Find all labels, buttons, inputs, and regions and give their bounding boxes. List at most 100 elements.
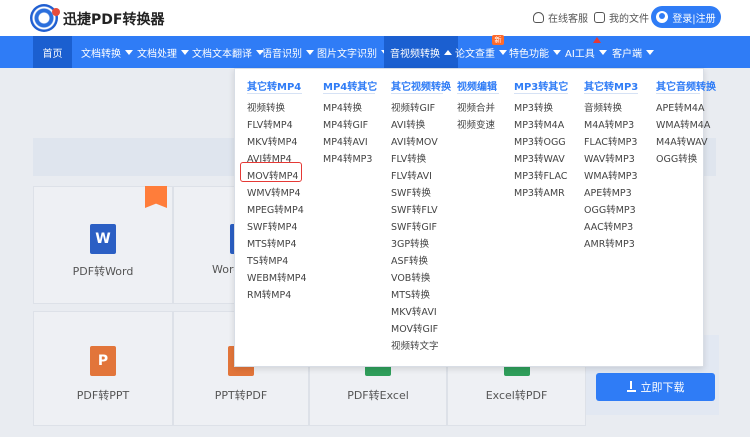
chevron-down-icon: [646, 49, 654, 55]
menu-item[interactable]: ASF转换: [391, 253, 428, 267]
menu-item[interactable]: MP3转换: [514, 100, 553, 114]
menu-item[interactable]: VOB转换: [391, 270, 430, 284]
menu-item[interactable]: 视频合并: [457, 100, 495, 114]
main-nav: 首页 文档转换 文档处理 文档文本翻译 语音识别 图片文字识别 音视频转换 论文…: [0, 36, 750, 68]
menu-item[interactable]: FLV转换: [391, 151, 426, 165]
new-badge: 新: [492, 35, 504, 45]
download-label: 立即下载: [640, 381, 685, 394]
menu-item[interactable]: 3GP转换: [391, 236, 429, 250]
menu-item[interactable]: WMA转MP3: [584, 168, 638, 182]
menu-item[interactable]: MP3转FLAC: [514, 168, 567, 182]
nav-home[interactable]: 首页: [33, 36, 72, 68]
menu-item[interactable]: MP4转MP3: [323, 151, 372, 165]
menu-item[interactable]: FLAC转MP3: [584, 134, 637, 148]
menu-item[interactable]: SWF转MP4: [247, 219, 297, 233]
menu-item[interactable]: TS转MP4: [247, 253, 288, 267]
document-icon: [594, 12, 605, 23]
menu-item[interactable]: WAV转MP3: [584, 151, 635, 165]
menu-item[interactable]: FLV转MP4: [247, 117, 293, 131]
nav-label: 音视频转换: [390, 48, 440, 60]
menu-item[interactable]: 音频转换: [584, 100, 622, 114]
highlight-box: [240, 162, 302, 182]
word-icon: W: [90, 224, 116, 254]
divider: [391, 93, 443, 94]
menu-item[interactable]: APE转MP3: [584, 185, 632, 199]
card-label: PDF转PPT: [76, 389, 130, 402]
arrow-up-icon: [593, 37, 601, 43]
login-label: 登录|注册: [672, 13, 716, 25]
headset-icon: [533, 12, 544, 23]
menu-item[interactable]: MTS转换: [391, 287, 430, 301]
column-title: 其它视频转换: [391, 82, 451, 93]
nav-label: 文档文本翻译: [192, 48, 252, 60]
menu-item[interactable]: RM转MP4: [247, 287, 291, 301]
nav-features[interactable]: 特色功能: [503, 36, 567, 68]
menu-item[interactable]: MTS转MP4: [247, 236, 297, 250]
nav-av-convert[interactable]: 音视频转换: [384, 36, 458, 68]
nav-label: 文档转换: [81, 48, 121, 60]
menu-item[interactable]: 视频转文字: [391, 338, 439, 352]
nav-label: AI工具: [565, 48, 595, 60]
my-files-link[interactable]: 我的文件: [594, 10, 649, 25]
menu-item[interactable]: MP3转WAV: [514, 151, 565, 165]
card-label: PPT转PDF: [214, 389, 268, 402]
nav-ocr[interactable]: 图片文字识别: [311, 36, 395, 68]
nav-ai-tools[interactable]: AI工具: [559, 36, 613, 68]
download-icon: [626, 380, 636, 392]
nav-label: 语音识别: [262, 48, 302, 60]
menu-item[interactable]: AAC转MP3: [584, 219, 633, 233]
column-title: MP4转其它: [323, 82, 378, 93]
card-label: Excel转PDF: [485, 389, 548, 402]
column-title: MP3转其它: [514, 82, 569, 93]
user-icon: [656, 11, 669, 23]
menu-item[interactable]: SWF转GIF: [391, 219, 437, 233]
menu-item[interactable]: OGG转换: [656, 151, 697, 165]
menu-item[interactable]: 视频转GIF: [391, 100, 435, 114]
menu-item[interactable]: SWF转FLV: [391, 202, 438, 216]
menu-item[interactable]: SWF转换: [391, 185, 431, 199]
menu-item[interactable]: MP4转AVI: [323, 134, 368, 148]
menu-item[interactable]: WEBM转MP4: [247, 270, 307, 284]
online-service-link[interactable]: 在线客服: [533, 10, 588, 25]
divider: [656, 93, 700, 94]
divider: [323, 93, 375, 94]
menu-item[interactable]: M4A转MP3: [584, 117, 634, 131]
nav-label: 文档处理: [137, 48, 177, 60]
menu-item[interactable]: MP3转OGG: [514, 134, 566, 148]
menu-item[interactable]: APE转M4A: [656, 100, 704, 114]
menu-item[interactable]: MOV转GIF: [391, 321, 438, 335]
nav-doc-convert[interactable]: 文档转换: [75, 36, 139, 68]
menu-item[interactable]: MKV转AVI: [391, 304, 437, 318]
tool-card[interactable]: P PDF转PPT: [33, 311, 173, 426]
menu-item[interactable]: FLV转AVI: [391, 168, 432, 182]
column-title: 其它转MP4: [247, 82, 302, 93]
menu-item[interactable]: AMR转MP3: [584, 236, 635, 250]
my-files-label: 我的文件: [609, 14, 649, 25]
logo-icon[interactable]: [30, 4, 60, 32]
menu-item[interactable]: MP4转换: [323, 100, 362, 114]
nav-client[interactable]: 客户端: [606, 36, 660, 68]
menu-item[interactable]: OGG转MP3: [584, 202, 636, 216]
column-title: 其它音频转换: [656, 82, 716, 93]
menu-item[interactable]: AVI转MOV: [391, 134, 438, 148]
tool-card[interactable]: W Word: [173, 186, 256, 304]
menu-item[interactable]: MKV转MP4: [247, 134, 297, 148]
top-header: 迅捷PDF转换器 在线客服 我的文件 登录|注册: [0, 0, 750, 36]
menu-item[interactable]: MP4转GIF: [323, 117, 368, 131]
column-title: 视频编辑: [457, 82, 497, 93]
card-label: PDF转Excel: [347, 389, 409, 402]
divider: [584, 93, 638, 94]
login-register-button[interactable]: 登录|注册: [651, 6, 721, 28]
menu-item[interactable]: M4A转WAV: [656, 134, 708, 148]
menu-item[interactable]: AVI转换: [391, 117, 425, 131]
menu-item[interactable]: WMV转MP4: [247, 185, 301, 199]
menu-item[interactable]: MPEG转MP4: [247, 202, 304, 216]
divider: [457, 93, 499, 94]
menu-item[interactable]: 视频转换: [247, 100, 285, 114]
menu-item[interactable]: MP3转AMR: [514, 185, 565, 199]
menu-item[interactable]: MP3转M4A: [514, 117, 564, 131]
brand-title[interactable]: 迅捷PDF转换器: [63, 9, 164, 29]
menu-item[interactable]: WMA转M4A: [656, 117, 710, 131]
menu-item[interactable]: 视频变速: [457, 117, 495, 131]
download-button[interactable]: 立即下载: [596, 373, 715, 401]
